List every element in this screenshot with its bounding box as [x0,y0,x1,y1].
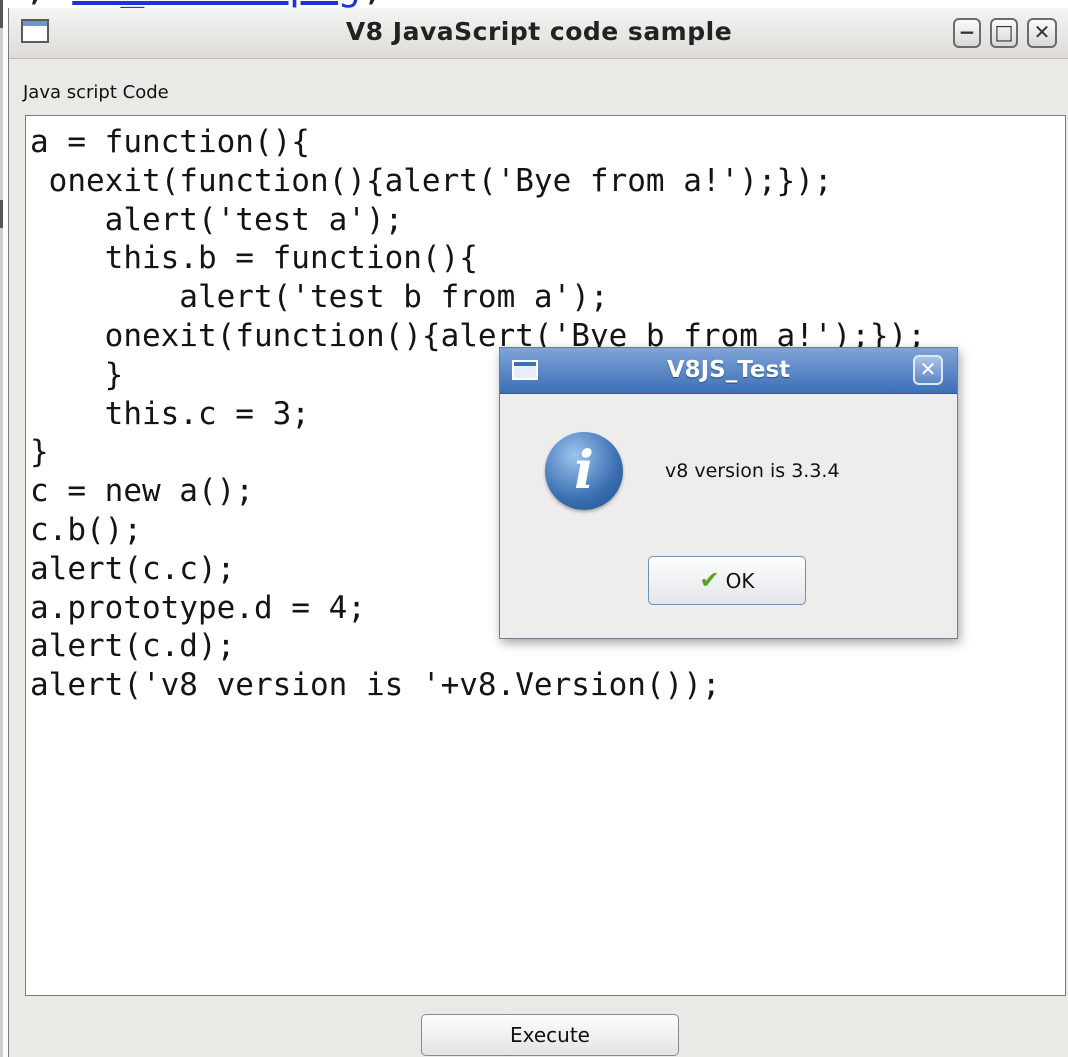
window-titlebar[interactable]: V8 JavaScript code sample − □ ✕ [9,8,1068,59]
info-icon: i [545,432,623,510]
page-header-text: 2, v8_final.png, downloaded 1157 times [0,0,1068,6]
dialog-message: v8 version is 3.3.4 [665,460,840,482]
dialog-titlebar[interactable]: V8JS_Test ✕ [500,348,957,394]
window-title: V8 JavaScript code sample [345,17,733,46]
dialog-title: V8JS_Test [666,357,791,383]
checkmark-icon: ✔ [699,566,720,594]
message-dialog: V8JS_Test ✕ i v8 version is 3.3.4 ✔ OK [499,347,958,639]
maximize-button[interactable]: □ [990,18,1018,48]
code-label: Java script Code [23,82,169,103]
dialog-close-button[interactable]: ✕ [913,355,943,385]
close-button[interactable]: ✕ [1027,18,1057,48]
ok-button[interactable]: ✔ OK [648,556,806,605]
execute-button[interactable]: Execute [421,1014,679,1056]
ok-label: OK [725,569,755,593]
minimize-button[interactable]: − [953,18,981,48]
page-left-border [0,0,3,1057]
